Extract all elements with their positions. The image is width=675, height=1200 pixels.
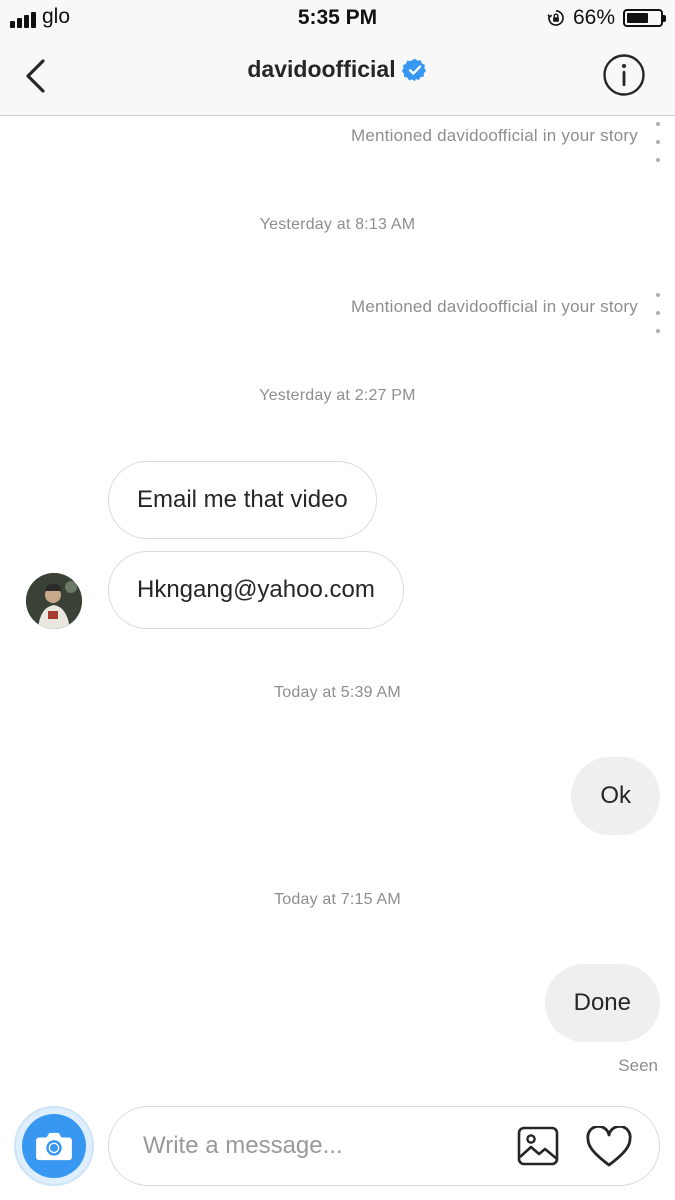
battery-percent: 66%: [572, 6, 615, 29]
rotation-lock-icon: [547, 10, 564, 26]
message-input[interactable]: [143, 1107, 483, 1184]
info-icon: [603, 54, 645, 96]
battery-fill: [627, 13, 649, 23]
top-bar: glo 5:35 PM 66% davidoofficial: [0, 0, 675, 116]
message-composer: [108, 1106, 660, 1186]
more-options-icon[interactable]: [655, 122, 661, 162]
story-mention-note: Mentioned davidoofficial in your story: [351, 126, 638, 145]
timestamp: Today at 5:39 AM: [274, 684, 401, 701]
status-right: 66%: [547, 6, 666, 30]
avatar-photo: [26, 573, 82, 629]
timestamp: Today at 7:15 AM: [274, 891, 401, 908]
info-button[interactable]: [602, 53, 646, 97]
timestamp: Yesterday at 8:13 AM: [259, 216, 416, 233]
gallery-icon: [517, 1126, 559, 1166]
camera-icon: [36, 1132, 72, 1161]
incoming-message[interactable]: Hkngang@yahoo.com: [108, 551, 404, 629]
camera-button-inner: [22, 1114, 86, 1178]
more-options-icon[interactable]: [655, 293, 661, 333]
outgoing-message[interactable]: Ok: [571, 757, 660, 835]
incoming-message[interactable]: Email me that video: [108, 461, 377, 539]
heart-icon: [586, 1126, 632, 1167]
like-button[interactable]: [585, 1126, 633, 1168]
battery-icon: [623, 9, 666, 27]
camera-button[interactable]: [14, 1106, 94, 1186]
timestamp: Yesterday at 2:27 PM: [259, 387, 416, 404]
story-mention-note: Mentioned davidoofficial in your story: [351, 297, 638, 316]
verified-badge-icon: [401, 58, 426, 81]
outgoing-message[interactable]: Done: [544, 964, 660, 1042]
page-title: davidoofficial: [247, 56, 396, 82]
gallery-button[interactable]: [517, 1126, 559, 1166]
seen-indicator: Seen: [618, 1056, 658, 1075]
conversation-title[interactable]: davidoofficial: [0, 56, 675, 83]
avatar[interactable]: [26, 573, 82, 629]
